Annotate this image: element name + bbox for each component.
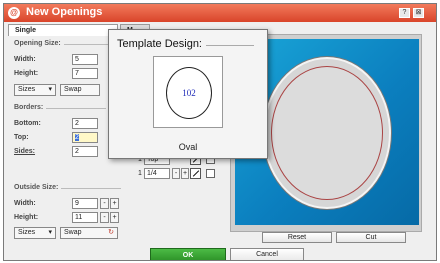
opening-height-field[interactable]: 7 (72, 68, 98, 79)
template-name: Oval (178, 142, 198, 152)
opening-width-label: Width: (14, 56, 36, 63)
cut-button[interactable]: Cut (336, 232, 406, 243)
tab-single[interactable]: Single (8, 24, 118, 36)
top-border-value: 2 (75, 134, 79, 141)
mat-row-number: 1 (138, 170, 142, 177)
top-border-field[interactable]: 2 (72, 132, 98, 143)
outside-size-title: Outside Size: (14, 184, 123, 191)
title-bar: @ New Openings ? ⊠ (4, 4, 436, 22)
popup-title: Template Design: (117, 38, 254, 50)
outside-sizes-dropdown[interactable]: Sizes ▾ (14, 227, 56, 239)
mat-reveal-minus[interactable]: - (172, 168, 180, 179)
color-swatch-icon[interactable] (190, 168, 201, 179)
opening-width-field[interactable]: 5 (72, 54, 98, 65)
opening-swap-label: Swap (64, 86, 82, 93)
cancel-button[interactable]: Cancel (230, 248, 304, 260)
outside-height-minus[interactable]: - (100, 212, 109, 223)
outside-sizes-label: Sizes (18, 229, 36, 236)
outside-width-plus[interactable]: + (110, 198, 119, 209)
refresh-icon: ↻ (108, 229, 114, 236)
mat-checkbox[interactable] (206, 169, 215, 178)
oval-template-icon: 102 (166, 67, 212, 119)
outside-height-field[interactable]: 11 (72, 212, 98, 223)
template-design-popup: Template Design: 102 Oval (108, 29, 268, 159)
outside-width-field[interactable]: 9 (72, 198, 98, 209)
outside-height-plus[interactable]: + (110, 212, 119, 223)
reset-button[interactable]: Reset (262, 232, 332, 243)
outside-swap-label: Swap (64, 229, 82, 236)
help-button[interactable]: ? (399, 8, 410, 18)
opening-height-label: Height: (14, 70, 39, 77)
outside-width-minus[interactable]: - (100, 198, 109, 209)
window-title: New Openings (26, 6, 103, 18)
template-number: 102 (182, 88, 196, 98)
opening-sizes-dropdown[interactable]: Sizes ▾ (14, 84, 56, 96)
bottom-border-field[interactable]: 2 (72, 118, 98, 129)
sides-label: Sides: (14, 148, 36, 155)
template-thumbnail[interactable]: 102 (153, 56, 223, 128)
opening-size-title: Opening Size: (14, 40, 123, 47)
ok-button[interactable]: OK (150, 248, 226, 260)
borders-title: Borders: (14, 104, 107, 111)
chevron-down-icon: ▾ (48, 229, 52, 236)
outside-swap-button[interactable]: Swap ↻ (60, 227, 118, 239)
opening-swap-button[interactable]: Swap (60, 84, 100, 96)
sides-border-field[interactable]: 2 (72, 146, 98, 157)
mat-reveal-plus[interactable]: + (181, 168, 189, 179)
oval-opening-inner (271, 66, 383, 200)
new-openings-window: @ New Openings ? ⊠ Single M Opening Size… (3, 3, 437, 261)
bottom-label: Bottom: (14, 120, 41, 127)
outside-width-label: Width: (14, 200, 36, 207)
close-button[interactable]: ⊠ (413, 8, 424, 18)
app-icon: @ (8, 7, 20, 19)
chevron-down-icon: ▾ (48, 86, 52, 93)
mat-reveal-field[interactable]: 1/4 (144, 168, 170, 179)
outside-height-label: Height: (14, 214, 39, 221)
opening-sizes-label: Sizes (18, 86, 36, 93)
top-label: Top: (14, 134, 29, 141)
